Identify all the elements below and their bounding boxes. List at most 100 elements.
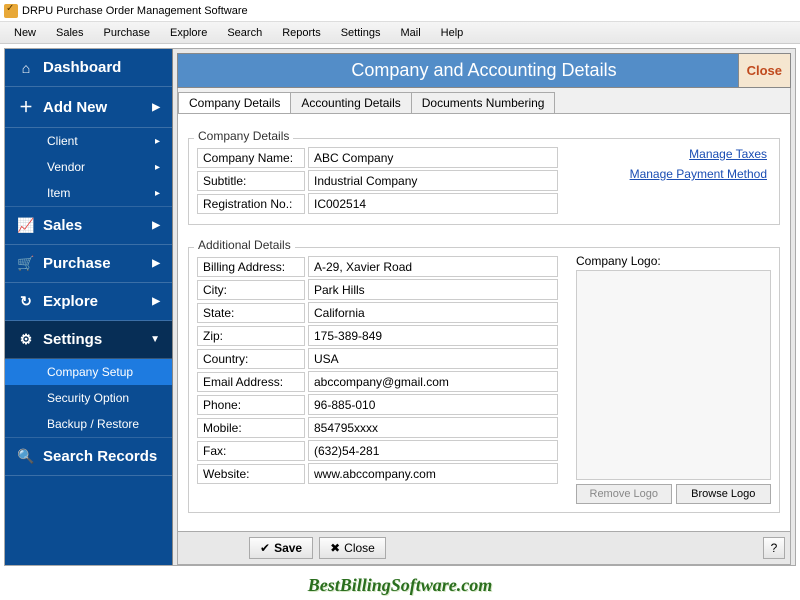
fax-input[interactable] [308,440,558,461]
panel-title: Company and Accounting Details [351,60,616,80]
subtitle-input[interactable] [308,170,558,191]
x-icon: ✖ [330,541,340,555]
label-fax: Fax: [197,441,305,461]
company-logo-box [576,270,771,480]
sidebar-explore[interactable]: ↻ Explore ▶ [5,283,172,321]
menu-help[interactable]: Help [431,25,474,41]
country-input[interactable] [308,348,558,369]
manage-taxes-link[interactable]: Manage Taxes [630,147,767,161]
registration-input[interactable] [308,193,558,214]
app-title: DRPU Purchase Order Management Software [22,5,248,17]
label-subtitle: Subtitle: [197,171,305,191]
help-button[interactable]: ? [763,537,785,559]
state-input[interactable] [308,302,558,323]
menu-sales[interactable]: Sales [46,25,94,41]
sidebar-dashboard[interactable]: ⌂ Dashboard [5,49,172,87]
sidebar-item-security[interactable]: Security Option [5,385,172,411]
refresh-icon: ↻ [17,293,35,310]
sidebar-item-company-setup[interactable]: Company Setup [5,359,172,385]
sidebar-sales[interactable]: 📈 Sales ▶ [5,207,172,245]
save-button[interactable]: ✔Save [249,537,313,559]
sidebar-add-new[interactable]: ＋ Add New ▶ [5,87,172,128]
tab-body: Company Details Company Name: Subtitle: … [177,113,791,532]
chevron-right-icon: ▶ [152,296,160,307]
titlebar: DRPU Purchase Order Management Software [0,0,800,22]
chevron-right-icon: ▶ [152,102,160,113]
cart-icon: 🛒 [17,255,35,272]
label-billing: Billing Address: [197,257,305,277]
billing-input[interactable] [308,256,558,277]
label-state: State: [197,303,305,323]
chevron-right-icon: ▸ [155,162,160,173]
remove-logo-button[interactable]: Remove Logo [576,484,672,504]
sidebar-label: Settings [43,331,102,348]
menubar: New Sales Purchase Explore Search Report… [0,22,800,44]
sidebar-search-records[interactable]: 🔍 Search Records [5,438,172,476]
sidebar-label: Search Records [43,448,157,465]
plus-icon: ＋ [17,97,35,117]
label-company-name: Company Name: [197,148,305,168]
sidebar-purchase[interactable]: 🛒 Purchase ▶ [5,245,172,283]
check-icon: ✔ [260,541,270,555]
menu-mail[interactable]: Mail [390,25,430,41]
chart-icon: 📈 [17,217,35,234]
additional-details-fieldset: Billing Address: City: State: Zip: Count… [188,247,780,513]
chevron-down-icon: ▼ [150,334,160,345]
chevron-right-icon: ▸ [155,188,160,199]
company-section-label: Company Details [194,129,293,143]
bottom-toolbar: ✔Save ✖Close ? [177,532,791,565]
content-area: Company and Accounting Details Close Com… [173,49,795,565]
phone-input[interactable] [308,394,558,415]
gear-icon: ⚙ [17,331,35,348]
side-links: Manage Taxes Manage Payment Method [630,141,767,187]
label-logo: Company Logo: [576,254,771,268]
label-phone: Phone: [197,395,305,415]
tab-accounting-details[interactable]: Accounting Details [290,92,411,113]
menu-new[interactable]: New [4,25,46,41]
sidebar: ⌂ Dashboard ＋ Add New ▶ Client▸ Vendor▸ … [5,49,173,565]
menu-reports[interactable]: Reports [272,25,331,41]
additional-section-label: Additional Details [194,238,295,252]
sidebar-label: Purchase [43,255,111,272]
menu-explore[interactable]: Explore [160,25,217,41]
city-input[interactable] [308,279,558,300]
chevron-right-icon: ▸ [155,136,160,147]
sidebar-settings[interactable]: ⚙ Settings ▼ [5,321,172,359]
label-registration: Registration No.: [197,194,305,214]
chevron-right-icon: ▶ [152,220,160,231]
label-mobile: Mobile: [197,418,305,438]
sidebar-label: Dashboard [43,59,121,76]
label-zip: Zip: [197,326,305,346]
chevron-right-icon: ▶ [152,258,160,269]
menu-purchase[interactable]: Purchase [94,25,160,41]
main-panel: ⌂ Dashboard ＋ Add New ▶ Client▸ Vendor▸ … [4,48,796,566]
label-website: Website: [197,464,305,484]
sidebar-item-client[interactable]: Client▸ [5,128,172,154]
sidebar-item-vendor[interactable]: Vendor▸ [5,154,172,180]
footer-brand: BestBillingSoftware.com [0,575,800,596]
tab-documents-numbering[interactable]: Documents Numbering [411,92,556,113]
email-input[interactable] [308,371,558,392]
close-button[interactable]: ✖Close [319,537,386,559]
label-city: City: [197,280,305,300]
menu-settings[interactable]: Settings [331,25,391,41]
menu-search[interactable]: Search [217,25,272,41]
manage-payment-link[interactable]: Manage Payment Method [630,167,767,181]
label-country: Country: [197,349,305,369]
zip-input[interactable] [308,325,558,346]
sidebar-item-item[interactable]: Item▸ [5,180,172,206]
browse-logo-button[interactable]: Browse Logo [676,484,772,504]
tab-company-details[interactable]: Company Details [178,92,291,113]
company-name-input[interactable] [308,147,558,168]
home-icon: ⌂ [17,60,35,76]
tabs: Company Details Accounting Details Docum… [177,88,791,113]
mobile-input[interactable] [308,417,558,438]
sidebar-label: Add New [43,99,107,116]
sidebar-item-backup[interactable]: Backup / Restore [5,411,172,437]
sidebar-label: Sales [43,217,82,234]
sidebar-label: Explore [43,293,98,310]
label-email: Email Address: [197,372,305,392]
panel-header: Company and Accounting Details Close [177,53,791,88]
website-input[interactable] [308,463,558,484]
close-panel-button[interactable]: Close [738,54,790,87]
